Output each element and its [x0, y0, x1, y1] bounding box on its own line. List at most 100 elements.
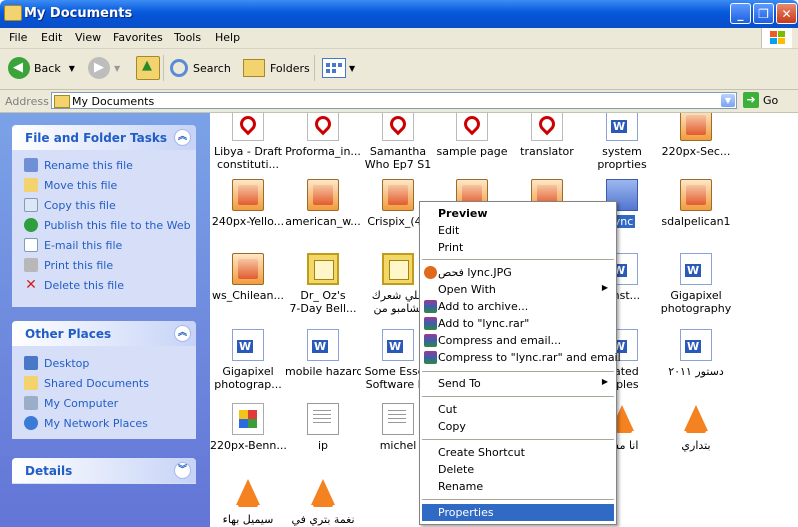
file-item[interactable]: sdalpelican1	[658, 179, 734, 228]
collapse-chevron-icon[interactable]: ︽	[174, 129, 191, 146]
windows-logo-icon	[761, 28, 792, 48]
file-name: ws_Chilean...	[212, 289, 284, 302]
menu-delete[interactable]: Delete	[422, 461, 614, 478]
file-name-line2: constituti...	[217, 158, 279, 171]
folders-button[interactable]: Folders	[243, 55, 310, 81]
file-item[interactable]: translator	[509, 113, 585, 158]
menu-label: Compress and email...	[438, 334, 562, 347]
desktop-link[interactable]: Desktop	[24, 355, 89, 371]
close-button[interactable]: ✕	[776, 3, 797, 24]
file-item[interactable]: سيميل بهاء	[210, 477, 286, 526]
back-dropdown-icon[interactable]: ▼	[69, 64, 75, 73]
menu-compress-email[interactable]: Compress and email...	[422, 332, 614, 349]
file-name-line2: 7-Day Bell...	[289, 302, 357, 315]
panel-header[interactable]: File and Folder Tasks ︽	[12, 125, 196, 150]
publish-web-link[interactable]: Publish this file to the Web	[24, 217, 191, 233]
maximize-button[interactable]: ❐	[753, 3, 774, 24]
address-field[interactable]: My Documents ▼	[51, 92, 737, 109]
menu-add-rar[interactable]: Add to "lync.rar"	[422, 315, 614, 332]
go-button[interactable]: ➜ Go	[743, 92, 778, 108]
address-label: Address	[5, 95, 49, 108]
up-folder-icon: ▲	[136, 56, 160, 80]
search-button[interactable]: Search	[170, 55, 231, 81]
file-item[interactable]: Gigapixelphotograp...	[210, 329, 286, 391]
menu-open-with[interactable]: Open With ▶	[422, 281, 614, 298]
menu-preview[interactable]: Preview	[422, 205, 614, 222]
image-file-icon	[307, 179, 339, 211]
link-label: Move this file	[44, 178, 118, 192]
menu-label: Properties	[438, 506, 494, 519]
menu-copy[interactable]: Copy	[422, 418, 614, 435]
menu-help[interactable]: Help	[215, 31, 240, 44]
document-file-icon	[680, 253, 712, 285]
menu-compress-rar-email[interactable]: Compress to "lync.rar" and email	[422, 349, 621, 366]
file-item[interactable]: systemproprties	[584, 113, 660, 171]
link-label: Publish this file to the Web	[44, 218, 191, 232]
menu-label: Preview	[438, 207, 488, 220]
back-button[interactable]: ◀ Back ▼	[8, 55, 75, 81]
image-file-icon	[680, 179, 712, 211]
file-item[interactable]: Samantha Who Ep7 S1	[360, 113, 436, 171]
minimize-button[interactable]: _	[730, 3, 751, 24]
menu-cut[interactable]: Cut	[422, 401, 614, 418]
file-item[interactable]: 240px-Yello...	[210, 179, 286, 228]
file-item[interactable]: mobile hazards	[285, 329, 361, 378]
up-folder-button[interactable]: ▲	[136, 55, 160, 81]
menu-label: Rename	[438, 480, 484, 493]
menu-label: Send To	[438, 377, 481, 390]
print-file-link[interactable]: Print this file	[24, 257, 113, 273]
desktop-icon	[24, 356, 38, 370]
menu-add-archive[interactable]: Add to archive...	[422, 298, 614, 315]
link-label: Desktop	[44, 356, 90, 370]
delete-file-link[interactable]: ✕ Delete this file	[24, 277, 124, 293]
file-name: 240px-Yello...	[211, 215, 285, 228]
menu-view[interactable]: View	[75, 31, 101, 44]
menu-print[interactable]: Print	[422, 239, 614, 256]
file-item[interactable]: ws_Chilean...	[210, 253, 286, 302]
menu-rename[interactable]: Rename	[422, 478, 614, 495]
email-file-link[interactable]: E-mail this file	[24, 237, 122, 253]
file-item[interactable]: 220px-Benn...	[210, 403, 286, 452]
rename-file-link[interactable]: Rename this file	[24, 157, 133, 173]
menu-create-shortcut[interactable]: Create Shortcut	[422, 444, 614, 461]
menu-properties[interactable]: Properties	[422, 504, 614, 521]
file-item[interactable]: Gigapixelphotography	[658, 253, 734, 315]
file-item[interactable]: Dr_ Oz's 7-Day Bell...	[285, 253, 361, 315]
views-dropdown-icon[interactable]: ▼	[349, 64, 355, 73]
views-button[interactable]: ▼	[322, 55, 355, 81]
copy-file-link[interactable]: Copy this file	[24, 197, 116, 213]
file-item[interactable]: Proforma_in...	[285, 113, 361, 158]
collapse-chevron-icon[interactable]: ︽	[174, 325, 191, 342]
file-item[interactable]: Libya - Draft constituti...	[210, 113, 286, 171]
image-file-icon	[232, 403, 264, 435]
image-file-icon	[382, 179, 414, 211]
forward-dropdown-icon[interactable]: ▼	[114, 64, 120, 73]
file-item[interactable]: دستور ٢٠١١	[658, 329, 734, 378]
address-value: My Documents	[72, 95, 155, 108]
menu-edit[interactable]: Edit	[41, 31, 62, 44]
my-computer-link[interactable]: My Computer	[24, 395, 118, 411]
menu-file[interactable]: File	[9, 31, 27, 44]
panel-header[interactable]: Other Places ︽	[12, 321, 196, 346]
shared-documents-link[interactable]: Shared Documents	[24, 375, 149, 391]
file-item[interactable]: american_w...	[285, 179, 361, 228]
expand-chevron-icon[interactable]: ︾	[174, 462, 191, 479]
file-item[interactable]: نغمة بتري في	[285, 477, 361, 526]
menu-favorites[interactable]: Favorites	[113, 31, 163, 44]
winrar-icon	[424, 317, 437, 330]
file-item[interactable]: ip	[285, 403, 361, 452]
file-item[interactable]: 220px-Sec...	[658, 113, 734, 158]
file-item[interactable]: بتداري	[658, 403, 734, 452]
forward-button[interactable]: ▶ ▼	[88, 55, 120, 81]
file-item[interactable]: sample page	[434, 113, 510, 158]
address-dropdown-icon[interactable]: ▼	[721, 94, 735, 107]
menu-tools[interactable]: Tools	[174, 31, 201, 44]
title-bar: My Documents _ ❐ ✕	[0, 0, 798, 28]
my-network-places-link[interactable]: My Network Places	[24, 415, 148, 431]
menu-open-with-app[interactable]: فحص lync.JPG	[422, 264, 614, 281]
menu-edit[interactable]: Edit	[422, 222, 614, 239]
menu-send-to[interactable]: Send To ▶	[422, 375, 614, 392]
panel-header[interactable]: Details ︾	[12, 458, 196, 483]
move-file-link[interactable]: Move this file	[24, 177, 117, 193]
file-name: Samantha	[369, 145, 427, 158]
